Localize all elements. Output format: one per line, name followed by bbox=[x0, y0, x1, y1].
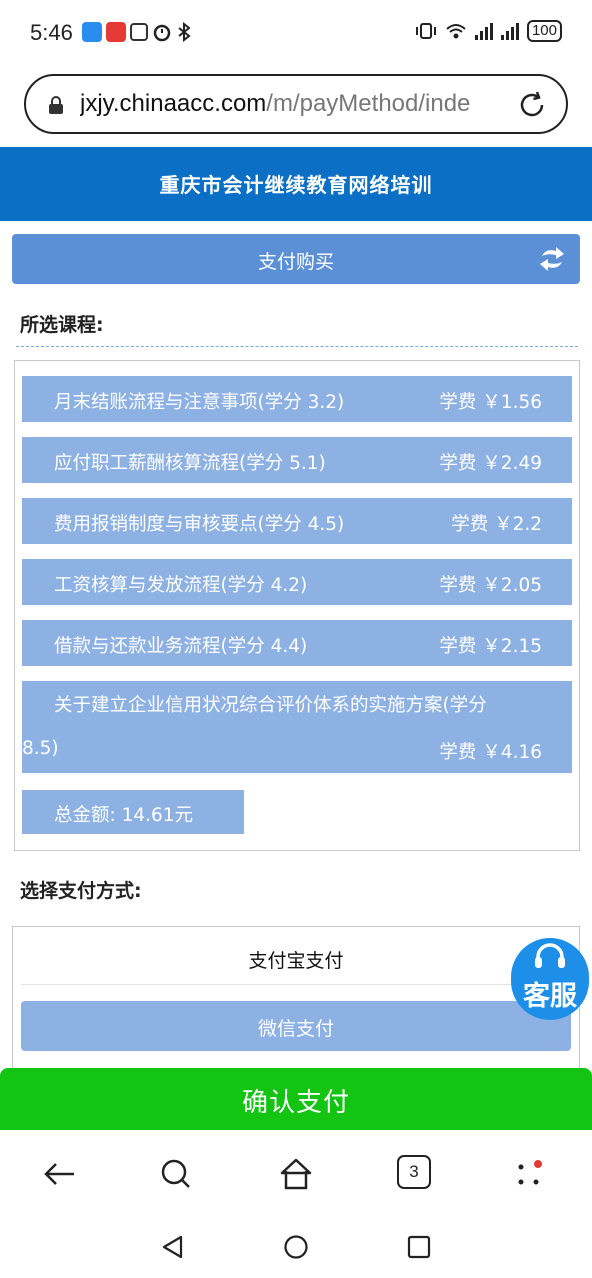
nav-recents-icon[interactable] bbox=[406, 1234, 432, 1260]
pay-header-bar: 支付购买 bbox=[12, 234, 580, 284]
pay-header-title: 支付购买 bbox=[257, 251, 334, 273]
search-icon[interactable] bbox=[156, 1154, 196, 1194]
course-fee: 学费 ￥2.49 bbox=[439, 453, 542, 474]
back-arrow-icon[interactable] bbox=[40, 1154, 80, 1194]
alipay-option[interactable]: 支付宝支付 bbox=[21, 929, 571, 985]
selected-courses-label: 所选课程: bbox=[20, 314, 104, 336]
signal-icon-1 bbox=[474, 22, 493, 40]
nav-back-icon[interactable] bbox=[160, 1234, 186, 1260]
customer-service-label: 客服 bbox=[523, 981, 577, 1012]
url-domain: jxjy.chinaacc.com bbox=[80, 90, 267, 117]
url-text[interactable]: jxjy.chinaacc.com/m/payMethod/inde bbox=[80, 90, 520, 120]
course-name: 应付职工薪酬核算流程(学分 5.1) bbox=[54, 453, 326, 474]
site-title: 重庆市会计继续教育网络培训 bbox=[159, 173, 433, 197]
confirm-payment-button[interactable]: 确认支付 bbox=[0, 1068, 592, 1130]
payment-methods: 支付宝支付 微信支付 bbox=[12, 926, 580, 1076]
news-app-icon bbox=[106, 22, 126, 42]
course-item[interactable]: 费用报销制度与审核要点(学分 4.5) 学费 ￥2.2 bbox=[22, 498, 572, 544]
refresh-icon[interactable] bbox=[538, 245, 566, 273]
course-item[interactable]: 工资核算与发放流程(学分 4.2) 学费 ￥2.05 bbox=[22, 559, 572, 605]
customer-service-button[interactable]: 客服 bbox=[511, 938, 589, 1020]
course-fee: 学费 ￥2.2 bbox=[451, 514, 542, 535]
divider bbox=[16, 346, 578, 347]
browser-toolbar bbox=[0, 1132, 592, 1216]
search-app-icon bbox=[82, 22, 102, 42]
notification-icons bbox=[82, 22, 192, 42]
course-item[interactable]: 借款与还款业务流程(学分 4.4) 学费 ￥2.15 bbox=[22, 620, 572, 666]
nav-home-icon[interactable] bbox=[283, 1234, 309, 1260]
total-amount: 总金额: 14.61元 bbox=[22, 790, 244, 834]
bluetooth-icon bbox=[178, 22, 191, 42]
wechat-pay-option[interactable]: 微信支付 bbox=[21, 1001, 571, 1051]
system-navigation bbox=[0, 1216, 592, 1278]
course-fee: 学费 ￥1.56 bbox=[439, 392, 542, 413]
site-header: 重庆市会计继续教育网络培训 bbox=[0, 147, 592, 221]
home-icon[interactable] bbox=[276, 1154, 316, 1194]
vibrate-icon bbox=[415, 23, 436, 39]
confirm-payment-label: 确认支付 bbox=[241, 1088, 350, 1118]
wechat-pay-label: 微信支付 bbox=[257, 1018, 334, 1040]
url-path: /m/payMethod/inde bbox=[266, 90, 471, 117]
payment-method-label: 选择支付方式: bbox=[20, 880, 142, 902]
course-name: 借款与还款业务流程(学分 4.4) bbox=[54, 636, 308, 657]
course-item[interactable]: 月末结账流程与注意事项(学分 3.2) 学费 ￥1.56 bbox=[22, 376, 572, 422]
course-fee: 学费 ￥2.05 bbox=[439, 575, 542, 596]
wifi-icon bbox=[446, 24, 466, 39]
course-fee: 学费 ￥2.15 bbox=[439, 636, 542, 657]
course-name-line1: 关于建立企业信用状况综合评价体系的实施方案(学分 bbox=[54, 695, 487, 716]
total-amount-label: 总金额: 14.61元 bbox=[54, 805, 194, 826]
status-time: 5:46 bbox=[30, 20, 73, 45]
course-name: 工资核算与发放流程(学分 4.2) bbox=[54, 575, 308, 596]
signal-icon-2 bbox=[500, 22, 519, 40]
headset-icon bbox=[535, 943, 565, 968]
alarm-icon bbox=[153, 24, 171, 42]
course-item[interactable]: 应付职工薪酬核算流程(学分 5.1) 学费 ￥2.49 bbox=[22, 437, 572, 483]
course-list: 月末结账流程与注意事项(学分 3.2) 学费 ￥1.56 应付职工薪酬核算流程(… bbox=[14, 360, 580, 851]
more-menu-icon[interactable] bbox=[508, 1154, 548, 1194]
tabs-count-button[interactable]: 3 bbox=[397, 1155, 431, 1189]
lock-icon bbox=[49, 96, 63, 114]
alipay-label: 支付宝支付 bbox=[248, 950, 344, 972]
battery-indicator: 100 bbox=[526, 20, 562, 42]
url-bar[interactable]: jxjy.chinaacc.com/m/payMethod/inde bbox=[24, 74, 568, 134]
course-item[interactable]: 关于建立企业信用状况综合评价体系的实施方案(学分 8.5) 学费 ￥4.16 bbox=[22, 681, 572, 773]
course-name-line2: 8.5) bbox=[22, 738, 59, 759]
course-fee: 学费 ￥4.16 bbox=[439, 742, 542, 763]
course-name: 月末结账流程与注意事项(学分 3.2) bbox=[54, 392, 345, 413]
nfc-icon bbox=[130, 23, 148, 41]
course-name: 费用报销制度与审核要点(学分 4.5) bbox=[54, 514, 345, 535]
reload-icon[interactable] bbox=[516, 89, 548, 121]
status-bar: 5:46 100 bbox=[0, 0, 592, 66]
status-right: 100 bbox=[415, 20, 562, 42]
